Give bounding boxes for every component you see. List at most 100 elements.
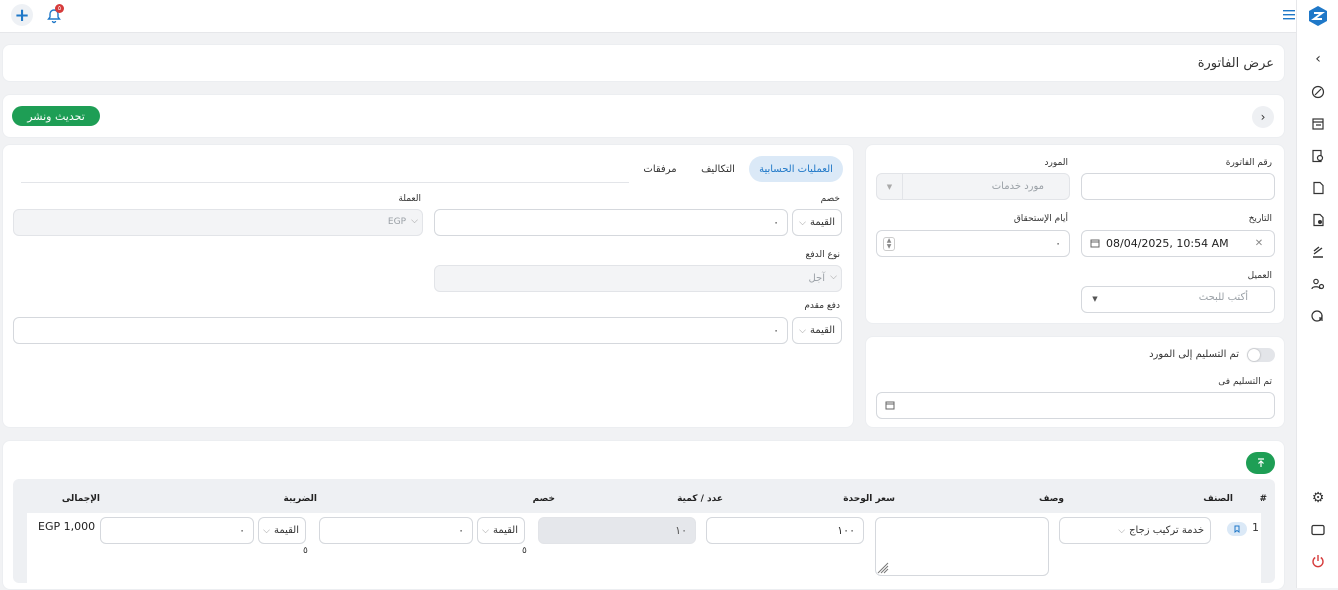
discount-type-value: القيمة (809, 217, 835, 228)
reports-icon[interactable] (1309, 307, 1327, 325)
tab-attachments[interactable]: مرفقات (633, 156, 687, 182)
th-unit-price: سعر الوحدة (843, 494, 895, 504)
accounting-card: العمليات الحسابية التكاليف مرفقات خصم ⌵ … (2, 144, 854, 428)
row-discount-value: ٠ (458, 524, 464, 537)
unit-price-input[interactable]: ١٠٠ (706, 517, 864, 544)
row-tax-input[interactable]: ٠ (100, 517, 254, 544)
collapse-chevron-icon[interactable]: ‹ (1309, 50, 1327, 68)
th-item: الصنف (1203, 494, 1233, 504)
tab-accounting[interactable]: العمليات الحسابية (749, 156, 843, 182)
due-days-label: أيام الإستحقاق (1013, 214, 1068, 224)
notification-badge: ٥ (55, 4, 64, 13)
clear-icon[interactable]: ✕ (1252, 236, 1266, 250)
currency-select[interactable]: EGP ⌵ (13, 209, 423, 236)
power-icon[interactable] (1309, 552, 1327, 570)
items-table: # الصنف وصف سعر الوحدة عدد / كمية خصم ال… (13, 479, 1275, 583)
currency-value: EGP (387, 217, 406, 227)
row-tax-type-select[interactable]: ⌵ القيمة (258, 517, 306, 544)
row-discount-type-select[interactable]: ⌵ القيمة (477, 517, 525, 544)
date-input[interactable]: ✕ 08/04/2025, 10:54 AM (1081, 230, 1275, 257)
supplier-value: مورد خدمات (991, 181, 1044, 192)
supplier-select[interactable]: مورد خدمات ▼ (876, 173, 1070, 200)
delivered-toggle[interactable] (1247, 348, 1275, 362)
quantity-value: ١٠ (675, 524, 687, 537)
bookmark-icon[interactable] (1227, 522, 1247, 536)
delivered-toggle-label: تم التسليم إلى المورد (1149, 349, 1239, 360)
client-search-select[interactable]: أكتب للبحث ▼ (1081, 286, 1275, 313)
document-user-icon[interactable] (1309, 211, 1327, 229)
bell-icon[interactable]: ٥ (44, 4, 64, 26)
row-discount-input[interactable]: ٠ (319, 517, 473, 544)
payment-type-select[interactable]: آجل ⌵ (434, 265, 842, 292)
stepper-icon[interactable]: ▲ ▼ (883, 237, 895, 251)
scroll-top-button[interactable] (1246, 452, 1275, 474)
down-payment-type-select[interactable]: ⌵ القيمة (792, 317, 842, 344)
dashboard-icon[interactable] (1309, 83, 1327, 101)
chevron-down-icon: ⌵ (263, 525, 270, 536)
item-select[interactable]: ⌵ خدمة تركيب زجاج (1059, 517, 1211, 544)
row-total: EGP 1,000 (38, 520, 96, 533)
payment-type-value: آجل (808, 273, 825, 284)
arrow-up-icon (1257, 458, 1264, 467)
description-textarea[interactable] (875, 517, 1049, 576)
back-chevron-icon[interactable]: › (1252, 106, 1274, 128)
quantity-input[interactable]: ١٠ (538, 517, 696, 544)
down-payment-label: دفع مقدم (804, 301, 840, 311)
calendar-icon (884, 399, 896, 411)
update-publish-button[interactable]: تحديث ونشر (12, 106, 100, 126)
settings-gear-icon[interactable]: ⚙ (1309, 489, 1327, 507)
down-payment-type-value: القيمة (809, 325, 835, 336)
search-doc-icon[interactable] (1309, 147, 1327, 165)
th-tax: الضريبة (283, 494, 317, 504)
th-total: الإجمالى (61, 494, 100, 504)
chevron-down-icon: ⌵ (799, 217, 806, 228)
invoice-number-label: رقم الفاتورة (1225, 158, 1272, 168)
discount-label: خصم (820, 194, 840, 204)
discount-type-select[interactable]: ⌵ القيمة (792, 209, 842, 236)
tabs-divider (21, 182, 629, 183)
chevron-down-icon: ⌵ (482, 525, 489, 536)
window-icon[interactable] (1309, 521, 1327, 539)
row-discount-sub: ٥ (522, 546, 527, 556)
row-tax-value: ٠ (239, 524, 245, 537)
th-discount: خصم (532, 494, 555, 504)
discount-input[interactable]: ٠ (434, 209, 788, 236)
users-icon[interactable] (1309, 275, 1327, 293)
th-description: وصف (1038, 494, 1064, 504)
chevron-down-icon: ⌵ (411, 216, 418, 226)
due-days-input[interactable]: ٠ ▲ ▼ (876, 230, 1070, 257)
down-payment-value: ٠ (773, 324, 779, 337)
invoices-icon[interactable] (1309, 115, 1327, 133)
menu-icon[interactable] (1282, 8, 1296, 22)
due-days-value: ٠ (1055, 237, 1061, 250)
tab-costs[interactable]: التكاليف (691, 156, 745, 182)
logo-icon (1307, 4, 1329, 28)
items-card: # الصنف وصف سعر الوحدة عدد / كمية خصم ال… (2, 440, 1285, 590)
invoice-number-input[interactable] (1081, 173, 1275, 200)
discount-value: ٠ (773, 216, 779, 229)
th-quantity: عدد / كمية (677, 494, 723, 504)
toggle-knob (1248, 349, 1260, 361)
date-label: التاريخ (1248, 214, 1272, 224)
supplier-chevron-icon: ▼ (877, 174, 903, 199)
th-index: # (1259, 494, 1267, 504)
row-index: 1 (1252, 521, 1259, 534)
invoice-info-card: رقم الفاتورة المورد مورد خدمات ▼ التاريخ… (865, 144, 1285, 324)
stack-icon[interactable] (1309, 243, 1327, 261)
down-payment-input[interactable]: ٠ (13, 317, 788, 344)
page-title: عرض الفاتورة (1197, 56, 1274, 71)
item-value: خدمة تركيب زجاج (1129, 525, 1204, 536)
client-placeholder: أكتب للبحث (1198, 292, 1248, 303)
add-icon[interactable]: + (11, 4, 33, 26)
delivered-at-input[interactable] (876, 392, 1275, 419)
document-icon[interactable] (1309, 179, 1327, 197)
delivery-card: تم التسليم إلى المورد تم التسليم فى (865, 336, 1285, 428)
calendar-icon (1089, 237, 1101, 249)
client-label: العميل (1247, 271, 1272, 281)
title-card: عرض الفاتورة (2, 44, 1285, 82)
chevron-down-icon: ⌵ (830, 272, 837, 282)
date-value: 08/04/2025, 10:54 AM (1106, 237, 1229, 250)
resize-handle-icon[interactable] (877, 562, 889, 574)
table-row: 1 ⌵ خدمة تركيب زجاج ١٠٠ ١٠ ⌵ القيمة ٠ ٥ … (27, 513, 1261, 583)
client-chevron-icon: ▼ (1092, 295, 1098, 303)
